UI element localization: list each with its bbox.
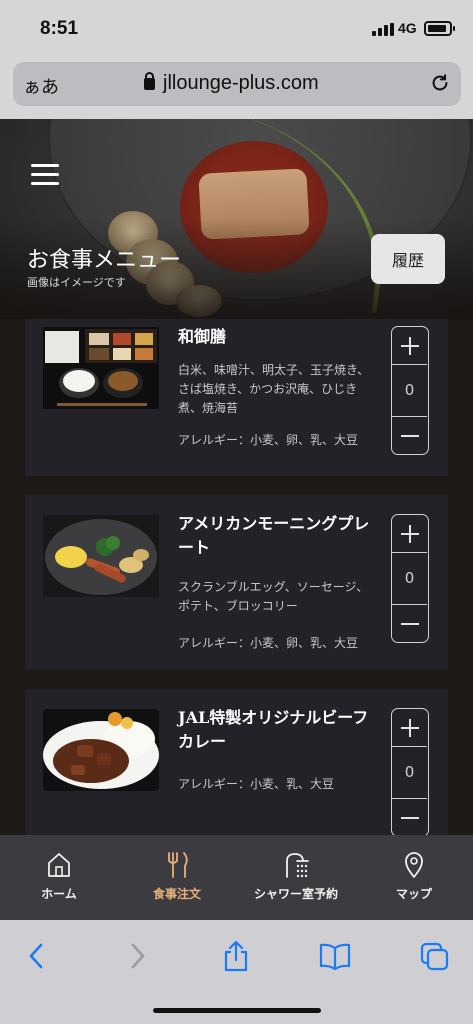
menu-card: JAL特製オリジナルビーフカレー アレルギー：小麦、乳、大豆 0 [25, 689, 448, 835]
quantity-value: 0 [404, 569, 415, 587]
chevron-right-icon [131, 943, 145, 969]
menu-item-allergy: アレルギー：小麦、卵、乳、大豆 [178, 433, 359, 447]
decrement-button[interactable] [392, 604, 427, 642]
minus-icon [400, 427, 419, 445]
increment-button[interactable] [392, 515, 427, 553]
map-pin-icon [405, 852, 423, 878]
menu-item-name: 和御膳 [178, 327, 227, 346]
increment-button[interactable] [392, 327, 427, 365]
network-type: 4G [398, 20, 417, 36]
screen: 8:51 4G ぁあ jllounge-plus.com お食事メニュー 画像は… [0, 0, 473, 1024]
menu-item-allergy: アレルギー：小麦、卵、乳、大豆 [178, 636, 359, 650]
tab-label: シャワー室予約 [253, 887, 338, 901]
tab-map[interactable]: マップ [355, 835, 473, 920]
url-text[interactable]: jllounge-plus.com [163, 72, 319, 95]
menu-card: アメリカンモーニングプレート スクランブルエッグ、ソーセージ、ポテト、ブロッコリ… [25, 495, 448, 670]
share-icon [224, 940, 248, 972]
menu-item-image [43, 515, 159, 597]
tab-label: マップ [395, 887, 432, 901]
home-indicator [153, 1008, 321, 1013]
page-title: お食事メニュー [27, 248, 182, 273]
signal-icon [372, 23, 394, 36]
menu-item-name: JAL特製オリジナルビーフカレー [178, 708, 369, 751]
quantity-value: 0 [404, 381, 415, 399]
hero-banner: お食事メニュー 画像はイメージです 履歴 [0, 119, 473, 319]
minus-icon [400, 809, 419, 827]
tab-label: 食事注文 [152, 887, 201, 901]
plus-icon [400, 524, 419, 543]
browser-toolbar [0, 920, 473, 1024]
menu-item-image [43, 327, 159, 409]
fork-knife-icon [168, 852, 188, 878]
battery-icon [424, 21, 455, 36]
tabs-icon [420, 942, 449, 971]
tabs-button[interactable] [414, 938, 454, 974]
tab-shower-reservation[interactable]: シャワー室予約 [237, 835, 355, 920]
minus-icon [400, 615, 419, 633]
menu-card: 和御膳 白米、味噌汁、明太子、玉子焼き、さば塩焼き、かつお沢庵、ひじき煮、焼海苔… [25, 319, 448, 476]
tab-home[interactable]: ホーム [0, 835, 118, 920]
menu-list[interactable]: 和御膳 白米、味噌汁、明太子、玉子焼き、さば塩焼き、かつお沢庵、ひじき煮、焼海苔… [0, 319, 473, 835]
forward-button[interactable] [117, 938, 157, 974]
bottom-tab-bar: ホーム 食事注文 シャワー室予約 マップ [0, 835, 473, 920]
back-button[interactable] [17, 938, 57, 974]
bookmarks-button[interactable] [315, 938, 355, 974]
decrement-button[interactable] [392, 798, 427, 835]
lock-icon [144, 72, 155, 90]
address-bar[interactable]: ぁあ jllounge-plus.com [13, 62, 461, 106]
home-icon [48, 853, 70, 877]
menu-item-image [43, 709, 159, 791]
decrement-button[interactable] [392, 416, 427, 454]
share-button[interactable] [216, 938, 256, 974]
status-bar: 8:51 4G [0, 0, 473, 58]
menu-item-description: 白米、味噌汁、明太子、玉子焼き、さば塩焼き、かつお沢庵、ひじき煮、焼海苔 [178, 363, 370, 415]
quantity-stepper: 0 [391, 514, 429, 643]
tab-food-order[interactable]: 食事注文 [118, 835, 236, 920]
text-size-button[interactable]: ぁあ [23, 73, 59, 99]
increment-button[interactable] [392, 709, 427, 747]
browser-bar: ぁあ jllounge-plus.com [0, 58, 473, 119]
quantity-stepper: 0 [391, 708, 429, 835]
status-time: 8:51 [40, 18, 79, 39]
history-button[interactable]: 履歴 [371, 234, 445, 284]
page-subtitle: 画像はイメージです [27, 276, 126, 289]
menu-item-description: スクランブルエッグ、ソーセージ、ポテト、ブロッコリー [178, 580, 369, 613]
book-icon [319, 943, 351, 970]
plus-icon [400, 718, 419, 737]
quantity-stepper: 0 [391, 326, 429, 455]
plus-icon [400, 336, 419, 355]
reload-icon[interactable] [429, 72, 451, 94]
menu-icon[interactable] [31, 164, 59, 186]
quantity-value: 0 [404, 763, 415, 781]
shower-icon [286, 853, 309, 878]
menu-item-name: アメリカンモーニングプレート [178, 514, 370, 557]
tab-label: ホーム [41, 887, 77, 901]
menu-item-allergy: アレルギー：小麦、乳、大豆 [178, 777, 335, 791]
chevron-left-icon [29, 943, 43, 969]
